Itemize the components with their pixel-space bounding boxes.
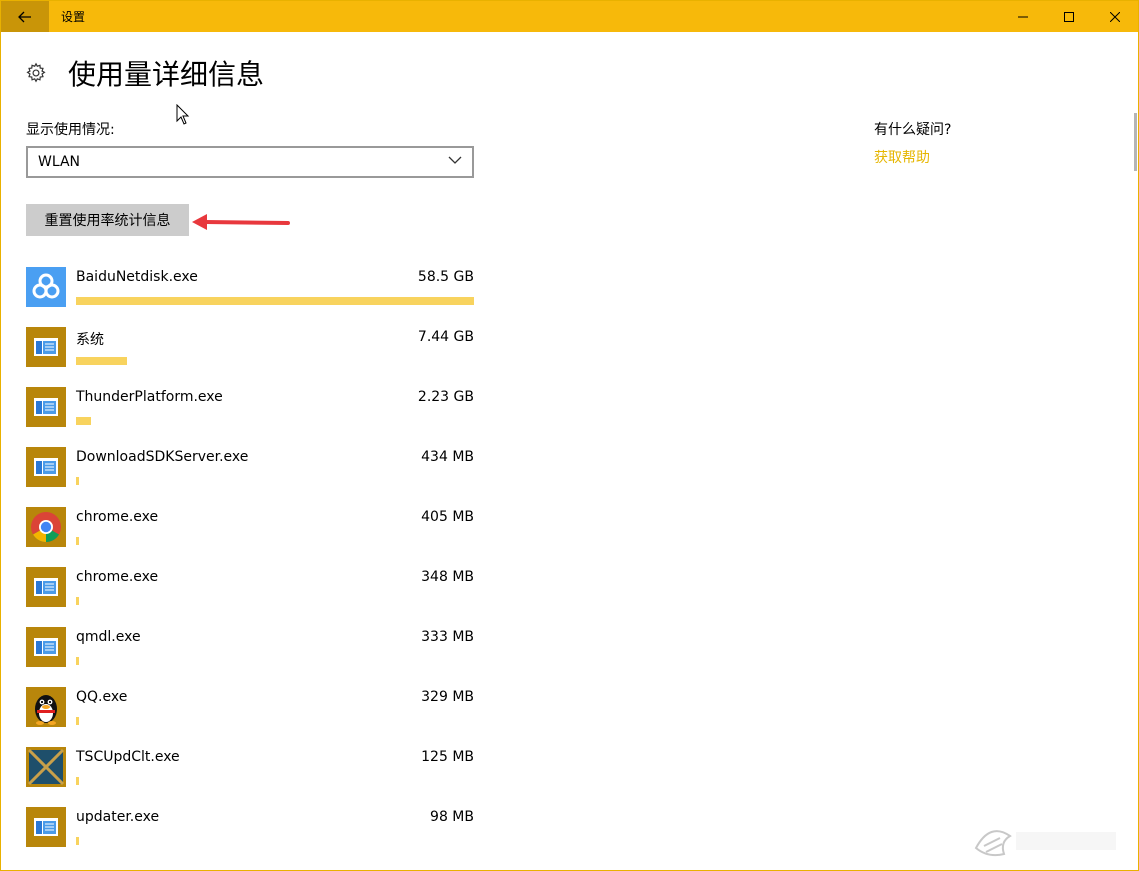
usage-bar [76, 417, 474, 425]
chrome-icon [26, 507, 66, 547]
red-annotation-arrow-icon [192, 214, 290, 230]
app-usage-row[interactable]: qmdl.exe 333 MB [26, 617, 474, 677]
usage-bar [76, 597, 474, 605]
app-window-icon [26, 567, 66, 607]
app-name: BaiduNetdisk.exe [76, 269, 198, 285]
tsc-update-icon [26, 747, 66, 787]
app-usage-row[interactable]: chrome.exe 348 MB [26, 557, 474, 617]
app-window-icon [26, 807, 66, 847]
usage-bar [76, 657, 474, 665]
app-usage-row[interactable]: TSCUpdClt.exe 125 MB [26, 737, 474, 797]
app-name: QQ.exe [76, 689, 128, 705]
app-name: chrome.exe [76, 509, 159, 525]
site-watermark-logo-icon [974, 830, 1116, 857]
usage-bar-fill [76, 597, 79, 605]
app-usage-row[interactable]: chrome.exe 405 MB [26, 497, 474, 557]
window-controls [1000, 1, 1138, 32]
app-usage-row[interactable]: ThunderPlatform.exe 2.23 GB [26, 377, 474, 437]
title-bar: 设置 [1, 1, 1138, 32]
mouse-cursor-icon [176, 104, 190, 125]
app-usage-row[interactable]: QQ.exe 329 MB [26, 677, 474, 737]
app-data-size: 7.44 GB [417, 329, 474, 345]
app-usage-row[interactable]: BaiduNetdisk.exe 58.5 GB [26, 257, 474, 317]
minimize-button[interactable] [1000, 1, 1046, 32]
app-data-size: 58.5 GB [417, 269, 474, 285]
network-dropdown-value: WLAN [38, 154, 81, 170]
chevron-down-icon [448, 156, 462, 164]
app-window-icon [26, 627, 66, 667]
help-question: 有什么疑问? [874, 122, 952, 138]
maximize-button[interactable] [1046, 1, 1092, 32]
app-window-icon [26, 327, 66, 367]
app-usage-row[interactable]: DownloadSDKServer.exe 434 MB [26, 437, 474, 497]
usage-bar [76, 837, 474, 845]
app-name: qmdl.exe [76, 629, 141, 645]
app-name: TSCUpdClt.exe [76, 749, 180, 765]
usage-bar [76, 777, 474, 785]
usage-bar-fill [76, 537, 79, 545]
app-data-size: 329 MB [421, 689, 474, 705]
app-usage-row[interactable]: 系统 7.44 GB [26, 317, 474, 377]
maximize-icon [1064, 11, 1074, 22]
usage-bar [76, 537, 474, 545]
app-name: DownloadSDKServer.exe [76, 449, 249, 465]
app-usage-row[interactable]: updater.exe 98 MB [26, 797, 474, 857]
qq-penguin-icon [26, 687, 66, 727]
back-button[interactable] [1, 1, 49, 32]
baidu-netdisk-icon [26, 267, 66, 307]
usage-bar-fill [76, 717, 79, 725]
usage-bar-fill [76, 297, 474, 305]
usage-bar-fill [76, 477, 79, 485]
settings-window: 设置 使用量详细信息 显示使用情况: WLAN 重置使用率统计信息 BaiduN… [0, 0, 1139, 871]
scrollbar-thumb[interactable] [1134, 113, 1137, 171]
app-name: 系统 [76, 332, 104, 348]
app-data-size: 348 MB [421, 569, 474, 585]
app-name: ThunderPlatform.exe [76, 389, 223, 405]
app-window-icon [26, 447, 66, 487]
usage-bar-fill [76, 777, 79, 785]
usage-bar-fill [76, 837, 79, 845]
usage-bar-fill [76, 417, 91, 425]
app-window-icon [26, 387, 66, 427]
usage-bar [76, 357, 474, 365]
app-name: chrome.exe [76, 569, 159, 585]
usage-bar-fill [76, 657, 79, 665]
close-icon [1110, 11, 1120, 22]
app-data-size: 2.23 GB [417, 389, 474, 405]
page-title: 使用量详细信息 [68, 58, 265, 91]
usage-bar [76, 477, 474, 485]
usage-bar-fill [76, 357, 127, 365]
usage-bar [76, 717, 474, 725]
app-data-size: 98 MB [430, 809, 474, 825]
app-name: updater.exe [76, 809, 160, 825]
app-data-size: 333 MB [421, 629, 474, 645]
gear-icon [26, 62, 46, 83]
close-button[interactable] [1092, 1, 1138, 32]
minimize-icon [1018, 16, 1028, 17]
app-data-size: 125 MB [421, 749, 474, 765]
app-data-size: 405 MB [421, 509, 474, 525]
usage-bar [76, 297, 474, 305]
window-title: 设置 [61, 10, 86, 24]
app-data-size: 434 MB [421, 449, 474, 465]
reset-usage-button[interactable]: 重置使用率统计信息 [26, 204, 189, 236]
show-usage-label: 显示使用情况: [26, 122, 115, 138]
back-arrow-icon [18, 11, 31, 22]
get-help-link[interactable]: 获取帮助 [874, 147, 930, 167]
app-usage-list: BaiduNetdisk.exe 58.5 GB 系统 7.44 GB ThunderP… [26, 257, 474, 857]
network-dropdown[interactable]: WLAN [26, 146, 474, 178]
